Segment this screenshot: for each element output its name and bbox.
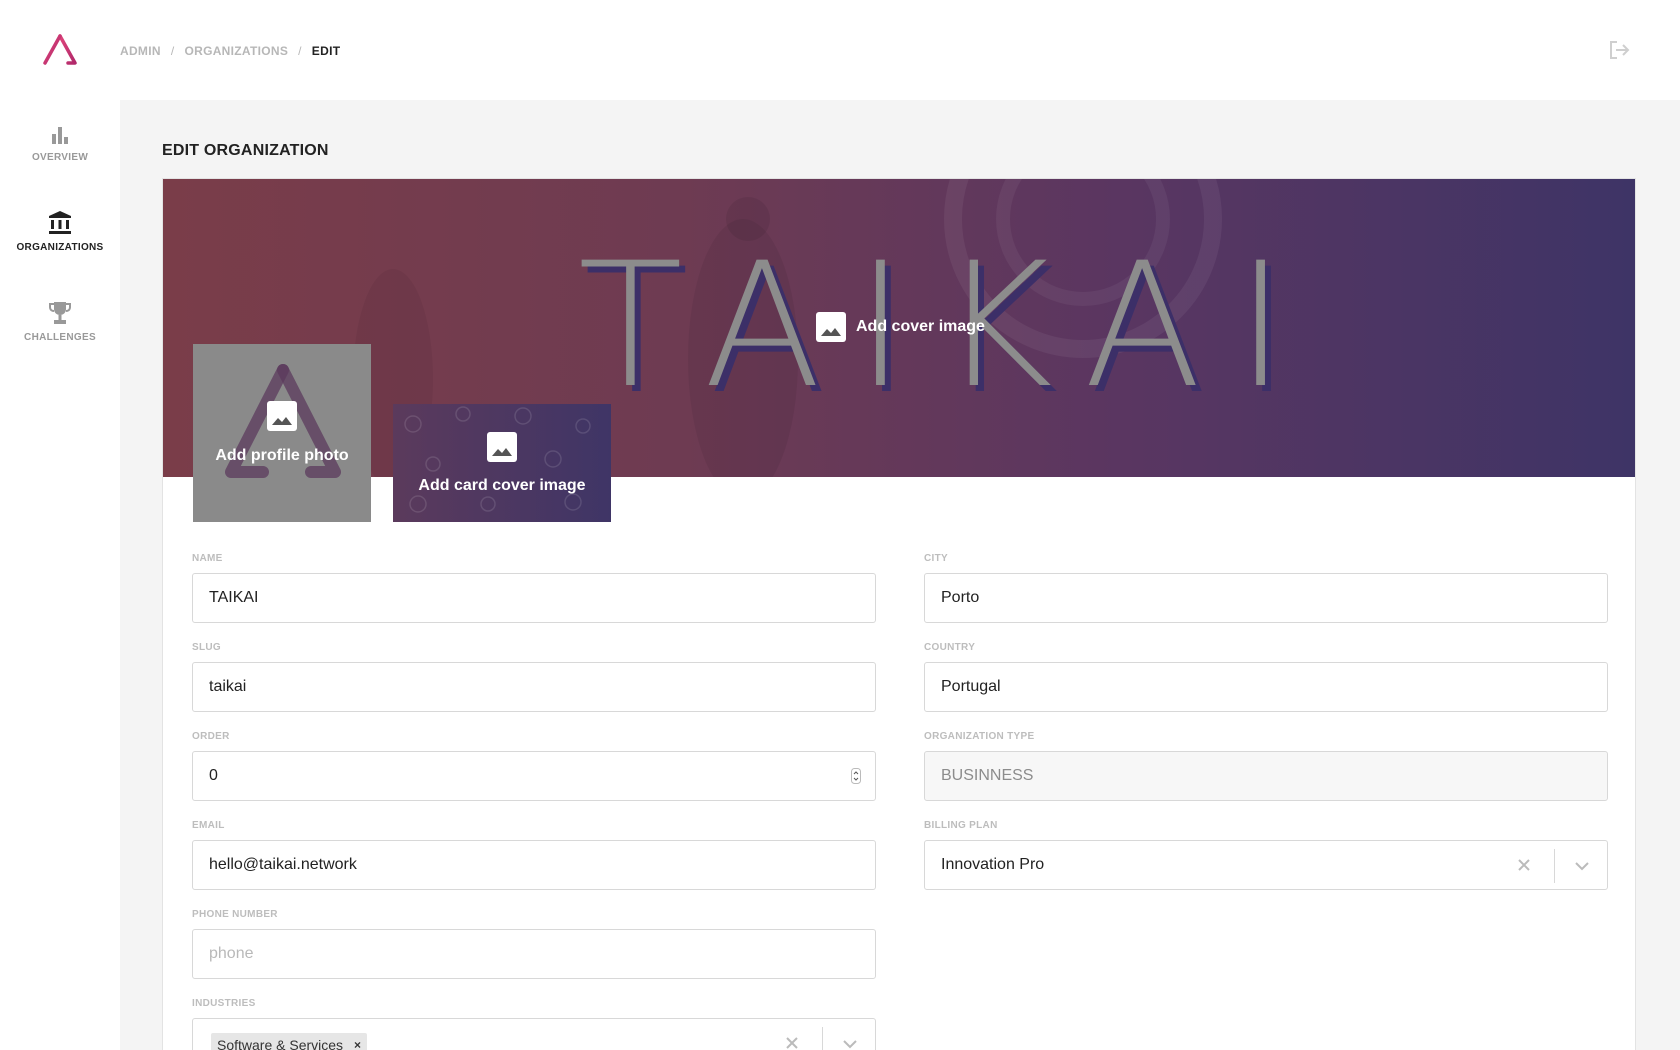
number-stepper-icon[interactable] (851, 768, 861, 784)
billing-plan-value: Innovation Pro (941, 856, 1045, 873)
trophy-icon (49, 302, 71, 324)
industries-label: INDUSTRIES (192, 998, 256, 1009)
organization-type-input: BUSINNESS (924, 751, 1608, 801)
sidebar-item-organizations[interactable]: ORGANIZATIONS (0, 210, 120, 253)
taikai-logo[interactable] (42, 33, 78, 67)
breadcrumb: ADMIN / ORGANIZATIONS / EDIT (120, 44, 340, 58)
logout-icon[interactable] (1608, 40, 1632, 60)
cover-image-upload[interactable]: TAIKAI TAIKAI Add cover image (163, 179, 1635, 477)
city-label: CITY (924, 553, 948, 564)
name-field: NAME TAIKAI (192, 553, 876, 623)
remove-tag-icon[interactable]: × (354, 1033, 361, 1050)
sidebar-item-overview[interactable]: OVERVIEW (0, 124, 120, 163)
country-input[interactable]: Portugal (924, 662, 1608, 712)
add-profile-photo-label: Add profile photo (215, 447, 349, 464)
breadcrumb-admin[interactable]: ADMIN (120, 44, 161, 58)
card-cover-pattern (404, 406, 591, 513)
edit-organization-form: TAIKAI TAIKAI Add cover image Add profil… (162, 178, 1636, 1050)
order-label: ORDER (192, 731, 230, 742)
profile-photo-upload[interactable]: Add profile photo (193, 344, 371, 522)
main-content: EDIT ORGANIZATION TAIKAI TAIKAI Add cove… (120, 100, 1680, 1050)
industries-field: INDUSTRIES Software & Services × (192, 998, 876, 1050)
clear-icon[interactable] (785, 1036, 799, 1050)
email-input[interactable]: hello@taikai.network (192, 840, 876, 890)
image-icon (816, 312, 846, 342)
billing-plan-select[interactable]: Innovation Pro (924, 840, 1608, 890)
breadcrumb-separator: / (298, 44, 302, 58)
country-label: COUNTRY (924, 642, 976, 653)
order-field: ORDER 0 (192, 731, 876, 801)
billing-plan-field: BILLING PLAN Innovation Pro (924, 820, 1608, 890)
bank-icon (49, 211, 71, 234)
email-label: EMAIL (192, 820, 225, 831)
city-input[interactable]: Porto (924, 573, 1608, 623)
image-icon (267, 401, 297, 431)
breadcrumb-separator: / (170, 44, 175, 58)
card-cover-image-upload[interactable]: Add card cover image (393, 404, 611, 522)
slug-input[interactable]: taikai (192, 662, 876, 712)
select-separator (822, 1027, 823, 1050)
name-input[interactable]: TAIKAI (192, 573, 876, 623)
add-card-cover-image-label: Add card cover image (418, 477, 586, 494)
sidebar-item-label: CHALLENGES (24, 332, 96, 343)
industries-select[interactable]: Software & Services × (192, 1018, 876, 1050)
breadcrumb-organizations[interactable]: ORGANIZATIONS (184, 44, 288, 58)
industry-tag-label: Software & Services (217, 1037, 344, 1050)
add-cover-image-button[interactable]: Add cover image (816, 312, 985, 342)
order-input[interactable]: 0 (192, 751, 876, 801)
sidebar-item-challenges[interactable]: CHALLENGES (0, 300, 120, 343)
phone-field: PHONE NUMBER phone (192, 909, 876, 979)
sidebar-item-label: ORGANIZATIONS (16, 242, 104, 253)
organization-type-label: ORGANIZATION TYPE (924, 731, 1035, 742)
order-value: 0 (209, 767, 218, 784)
clear-icon[interactable] (1517, 858, 1531, 872)
page-title: EDIT ORGANIZATION (162, 142, 329, 159)
phone-input[interactable]: phone (192, 929, 876, 979)
phone-label: PHONE NUMBER (192, 909, 278, 920)
billing-plan-label: BILLING PLAN (924, 820, 998, 831)
breadcrumb-edit: EDIT (311, 44, 341, 58)
chevron-down-icon[interactable] (1574, 861, 1590, 871)
industry-tag: Software & Services × (211, 1033, 368, 1050)
city-field: CITY Porto (924, 553, 1608, 623)
name-label: NAME (192, 553, 223, 564)
bar-chart-icon (52, 127, 68, 144)
slug-field: SLUG taikai (192, 642, 876, 712)
sidebar-item-label: OVERVIEW (31, 152, 89, 163)
sidebar: OVERVIEW ORGANIZATIONS CHALLENGES (0, 100, 120, 1050)
organization-type-field: ORGANIZATION TYPE BUSINNESS (924, 731, 1608, 801)
slug-label: SLUG (192, 642, 221, 653)
image-icon (487, 432, 517, 462)
email-field: EMAIL hello@taikai.network (192, 820, 876, 890)
country-field: COUNTRY Portugal (924, 642, 1608, 712)
select-separator (1554, 849, 1555, 883)
top-bar: ADMIN / ORGANIZATIONS / EDIT (0, 0, 1680, 100)
add-cover-image-label: Add cover image (856, 318, 985, 335)
chevron-down-icon[interactable] (842, 1039, 858, 1049)
